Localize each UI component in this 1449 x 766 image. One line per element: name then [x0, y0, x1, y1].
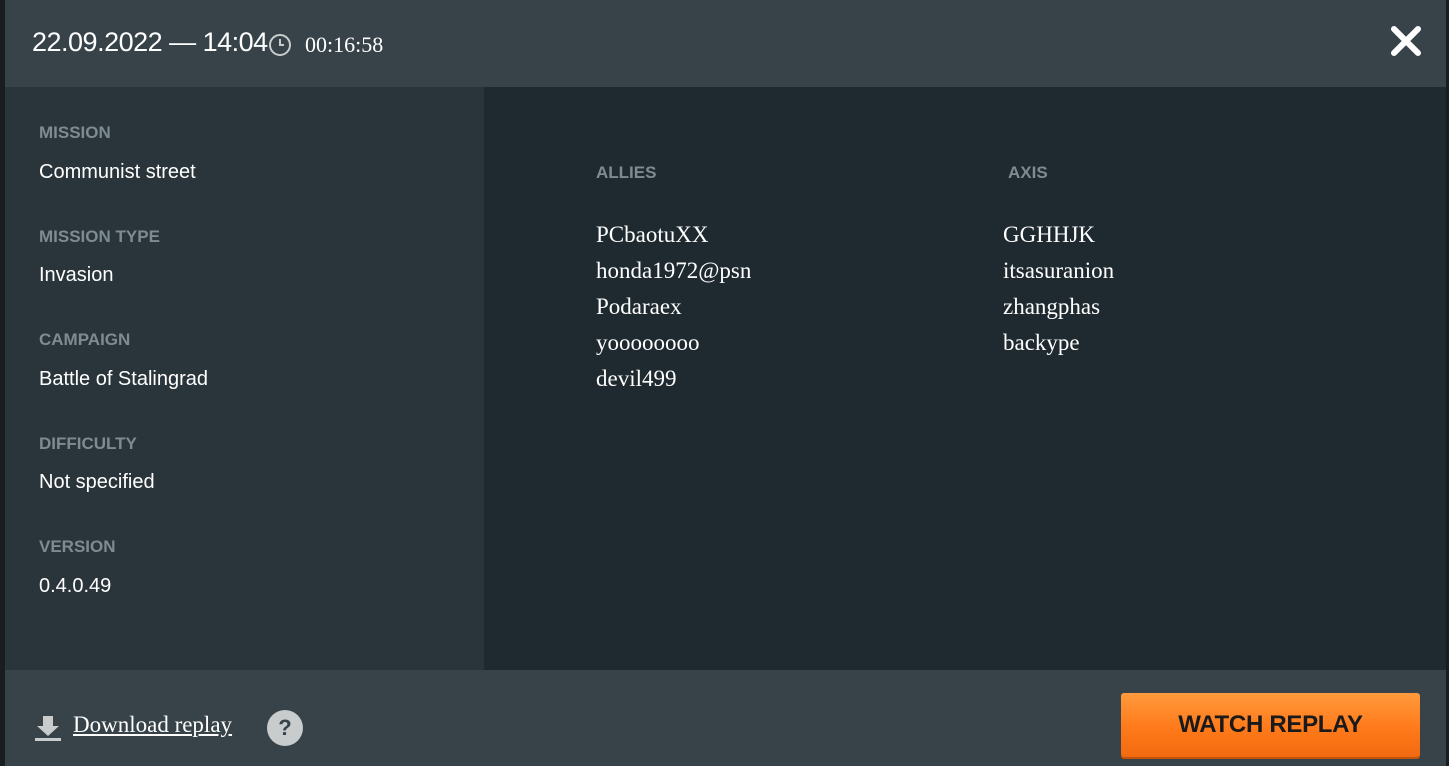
match-duration: 00:16:58	[305, 32, 384, 57]
close-icon[interactable]	[1385, 20, 1427, 62]
mission-value: Communist street	[39, 161, 196, 183]
version-label: VERSION	[39, 537, 116, 556]
mission-info-panel: MISSION Communist street MISSION TYPE In…	[5, 87, 484, 670]
modal-footer: Download replay ? WATCH REPLAY	[5, 670, 1446, 766]
mission-type-value: Invasion	[39, 264, 114, 286]
axis-label: AXIS	[1008, 163, 1048, 182]
download-icon[interactable]	[33, 713, 63, 743]
list-item: backype	[1003, 330, 1080, 355]
list-item: devil499	[596, 366, 677, 391]
list-item: PCbaotuXX	[596, 222, 709, 247]
clock-icon	[269, 34, 291, 56]
axis-player-list: GGHHJK itsasuranion zhangphas backype	[1003, 217, 1114, 361]
download-replay-link[interactable]: Download replay	[73, 712, 232, 738]
mission-label: MISSION	[39, 123, 111, 142]
allies-player-list: PCbaotuXX honda1972@psn Podaraex yoooooo…	[596, 217, 751, 397]
list-item: yoooooooo	[596, 330, 700, 355]
list-item: GGHHJK	[1003, 222, 1095, 247]
list-item: Podaraex	[596, 294, 682, 319]
list-item: honda1972@psn	[596, 258, 752, 283]
help-button[interactable]: ?	[267, 710, 303, 746]
replay-details-modal: 22.09.2022 — 14:04 00:16:58 MISSION Comm…	[5, 0, 1446, 766]
modal-header: 22.09.2022 — 14:04 00:16:58	[5, 0, 1446, 87]
watch-replay-button[interactable]: WATCH REPLAY	[1121, 693, 1420, 757]
difficulty-value: Not specified	[39, 471, 155, 493]
difficulty-label: DIFFICULTY	[39, 434, 137, 453]
teams-panel: ALLIES PCbaotuXX honda1972@psn Podaraex …	[484, 87, 1446, 670]
list-item: itsasuranion	[1003, 258, 1115, 283]
allies-label: ALLIES	[596, 163, 657, 182]
campaign-value: Battle of Stalingrad	[39, 368, 208, 390]
list-item: zhangphas	[1003, 294, 1101, 319]
match-datetime: 22.09.2022 — 14:04	[32, 27, 268, 57]
mission-type-label: MISSION TYPE	[39, 227, 160, 246]
version-value: 0.4.0.49	[39, 575, 112, 597]
campaign-label: CAMPAIGN	[39, 330, 131, 349]
